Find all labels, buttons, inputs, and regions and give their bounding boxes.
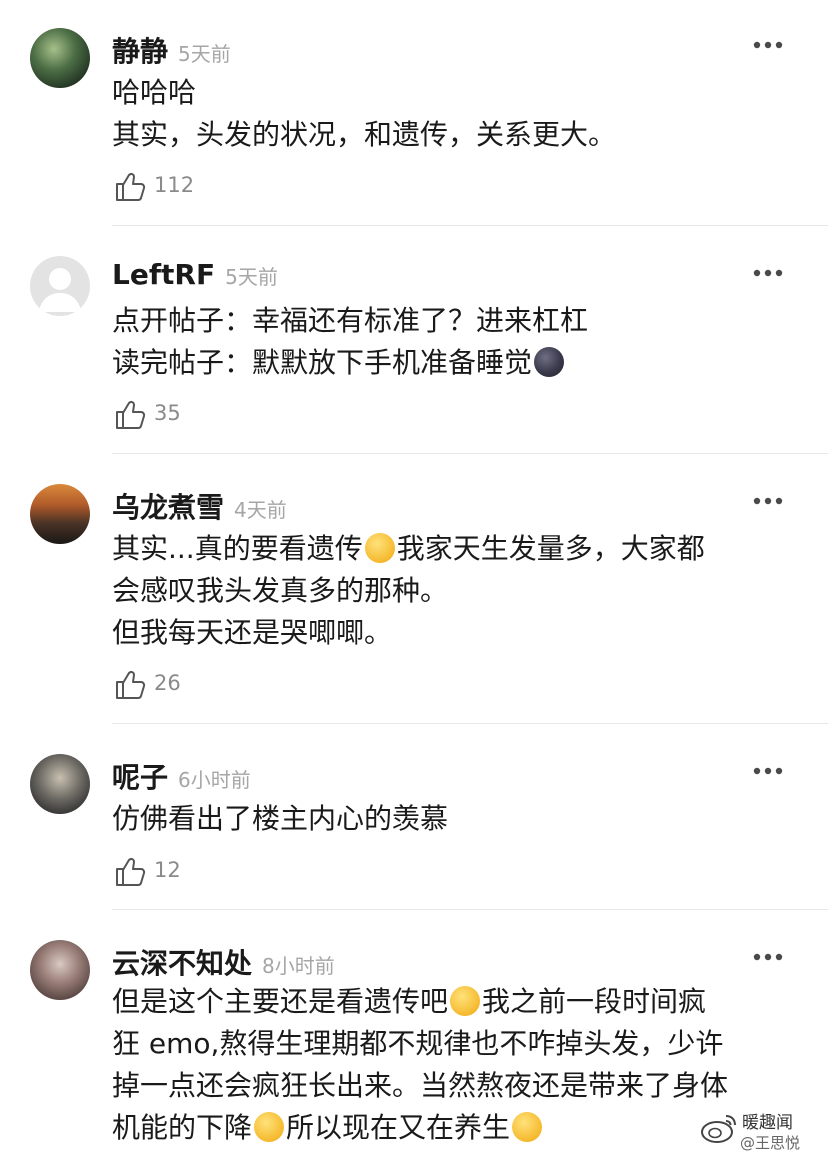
comment-line: 但是这个主要还是看遗传吧 我之前一段时间疯	[112, 981, 728, 1023]
username[interactable]: 乌龙煮雪	[112, 491, 224, 524]
sleepy-face-emoji-icon	[254, 1112, 285, 1142]
username[interactable]: LeftRF	[112, 258, 215, 291]
like-button[interactable]: 12	[114, 856, 181, 888]
like-count: 12	[154, 858, 181, 882]
username[interactable]: 静静	[112, 35, 168, 68]
avatar[interactable]	[30, 484, 90, 544]
username[interactable]: 云深不知处	[112, 947, 252, 980]
thumbs-up-icon	[116, 172, 146, 201]
comment-line: 但我每天还是哭唧唧。	[112, 616, 393, 649]
comment-line: 狂 emo,熬得生理期都不规律也不咋掉头发，少许	[112, 1027, 724, 1060]
like-count: 112	[154, 173, 195, 197]
timestamp: 8小时前	[262, 954, 335, 978]
more-options-icon[interactable]	[752, 766, 784, 776]
comment-line-text: 读完帖子：默默放下手机准备睡觉	[112, 346, 533, 379]
comment-header: 呢子 6小时前	[112, 756, 251, 796]
like-button[interactable]: 26	[114, 669, 181, 701]
like-count: 26	[154, 671, 181, 695]
comment-text: 但是这个主要还是看遗传吧 我之前一段时间疯 狂 emo,熬得生理期都不规律也不咋掉…	[112, 981, 728, 1149]
divider	[112, 909, 828, 910]
comment-line: 点开帖子：幸福还有标准了？进来杠杠	[112, 304, 589, 337]
comment-line: 机能的下降 所以现在又在养生	[112, 1107, 728, 1149]
default-avatar-icon	[39, 268, 81, 312]
new-moon-emoji-icon	[534, 347, 565, 377]
comment-line: 掉一点还会疯狂长出来。当然熬夜还是带来了身体	[112, 1069, 729, 1102]
comment-line: 会感叹我头发真多的那种。	[112, 574, 449, 607]
comment-header: 乌龙煮雪 4天前	[112, 486, 287, 526]
more-options-icon[interactable]	[752, 952, 784, 962]
like-button[interactable]: 35	[114, 399, 181, 431]
comment-header: 云深不知处 8小时前	[112, 942, 335, 982]
divider	[112, 723, 828, 724]
watermark-name: 暖趣闻	[742, 1113, 793, 1133]
comment-line: 其实...真的要看遗传 我家天生发量多，大家都	[112, 528, 705, 570]
comment-line: 哈哈哈	[112, 76, 197, 109]
more-options-icon[interactable]	[752, 268, 784, 278]
rolling-laughing-emoji-icon	[512, 1112, 543, 1142]
comment-text: 点开帖子：幸福还有标准了？进来杠杠 读完帖子：默默放下手机准备睡觉	[112, 300, 588, 384]
comment-header: 静静 5天前	[112, 30, 231, 70]
comment-line: 其实，头发的状况，和遗传，关系更大。	[112, 118, 617, 151]
avatar[interactable]	[30, 754, 90, 814]
comment-line-text: 我之前一段时间疯	[482, 985, 707, 1018]
username[interactable]: 呢子	[112, 761, 168, 794]
comment-line-text: 但是这个主要还是看遗传吧	[112, 985, 449, 1018]
comment-line: 读完帖子：默默放下手机准备睡觉	[112, 342, 588, 384]
timestamp: 4天前	[234, 498, 287, 522]
timestamp: 5天前	[225, 265, 278, 289]
comment-line-text: 机能的下降	[112, 1111, 253, 1144]
comment-text: 仿佛看出了楼主内心的羡慕	[112, 798, 448, 840]
comment-line-text: 我家天生发量多，大家都	[396, 532, 705, 565]
avatar[interactable]	[30, 28, 90, 88]
comment-text: 其实...真的要看遗传 我家天生发量多，大家都 会感叹我头发真多的那种。 但我每天…	[112, 528, 705, 654]
thumbs-up-icon	[116, 857, 146, 886]
divider	[112, 225, 828, 226]
tears-of-joy-emoji-icon	[450, 986, 481, 1016]
comment-line-text: 所以现在又在养生	[286, 1111, 511, 1144]
avatar[interactable]	[30, 256, 90, 316]
timestamp: 6小时前	[178, 768, 251, 792]
more-options-icon[interactable]	[752, 496, 784, 506]
watermark-handle: @王思悦	[740, 1134, 801, 1152]
like-button[interactable]: 112	[114, 171, 194, 203]
thumbs-up-icon	[116, 400, 146, 429]
divider	[112, 453, 828, 454]
like-count: 35	[154, 401, 181, 425]
comment-header: LeftRF 5天前	[112, 258, 278, 291]
more-options-icon[interactable]	[752, 40, 784, 50]
avatar[interactable]	[30, 940, 90, 1000]
frowning-face-emoji-icon	[364, 533, 395, 563]
timestamp: 5天前	[178, 42, 231, 66]
comment-line-text: 其实...真的要看遗传	[112, 532, 363, 565]
comment-line: 仿佛看出了楼主内心的羡慕	[112, 802, 449, 835]
thumbs-up-icon	[116, 670, 146, 699]
comment-text: 哈哈哈 其实，头发的状况，和遗传，关系更大。	[112, 72, 616, 156]
weibo-logo-icon	[701, 1115, 736, 1143]
